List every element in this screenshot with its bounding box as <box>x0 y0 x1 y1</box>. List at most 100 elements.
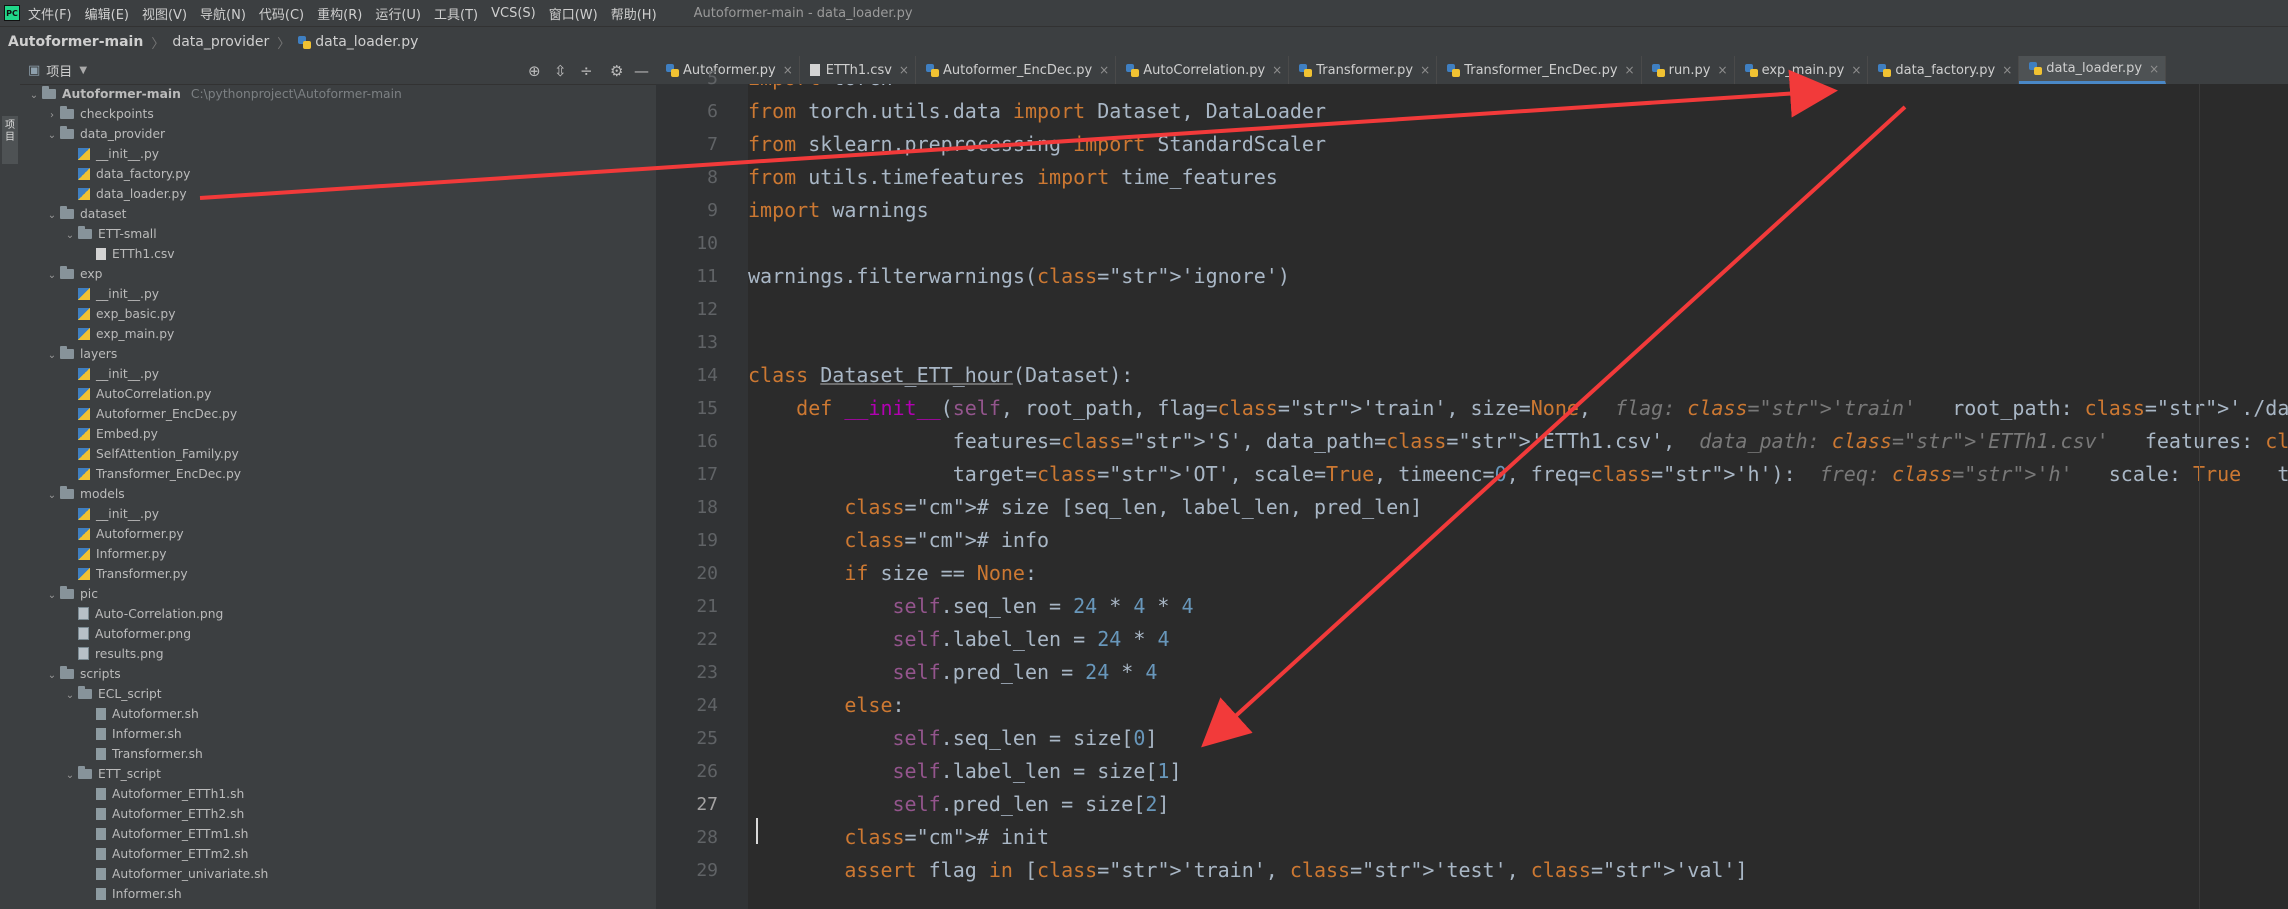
expanded-chevron-icon[interactable]: ⌄ <box>64 686 76 706</box>
expanded-chevron-icon[interactable]: ⌄ <box>64 226 76 246</box>
tab-data-factory-py[interactable]: data_factory.py × <box>1868 56 2020 84</box>
tree-file[interactable]: Informer.sh <box>20 724 718 744</box>
tree-file[interactable]: exp_main.py <box>20 324 700 344</box>
tree-file[interactable]: Autoformer_ETTh2.sh <box>20 804 718 824</box>
tree-file[interactable]: SelfAttention_Family.py <box>20 444 700 464</box>
menu-help[interactable]: 帮助(H) <box>611 4 657 23</box>
minimize-icon[interactable]: — <box>634 62 649 80</box>
tree-folder[interactable]: ⌄ layers <box>20 344 682 364</box>
tree-file[interactable]: Autoformer_ETTh1.sh <box>20 784 718 804</box>
tree-folder[interactable]: ⌄ ECL_script <box>20 684 700 704</box>
close-icon[interactable]: × <box>899 63 909 77</box>
tree-file[interactable]: Autoformer_univariate.sh <box>20 864 718 884</box>
tree-file[interactable]: results.png <box>20 644 700 664</box>
tree-folder[interactable]: ⌄ Autoformer-main C:\pythonproject\Autofor… <box>20 84 664 104</box>
tree-file[interactable]: Autoformer.sh <box>20 704 718 724</box>
tab-label[interactable]: run.py <box>1669 63 1711 78</box>
tab-autocorrelation-py[interactable]: AutoCorrelation.py × <box>1116 56 1290 84</box>
tree-folder[interactable]: › checkpoints <box>20 104 682 124</box>
expanded-chevron-icon[interactable]: ⌄ <box>46 586 58 606</box>
tree-file[interactable]: Auto-Correlation.png <box>20 604 700 624</box>
tree-file[interactable]: Autoformer.py <box>20 524 700 544</box>
dropdown-arrow-icon[interactable]: ▼ <box>79 65 87 76</box>
tree-file[interactable]: __init__.py <box>20 284 700 304</box>
menu-window[interactable]: 窗口(W) <box>549 4 598 23</box>
tree-file[interactable]: data_factory.py <box>20 164 700 184</box>
close-icon[interactable]: × <box>1718 63 1728 77</box>
tree-file[interactable]: Autoformer_EncDec.py <box>20 404 700 424</box>
menu-view[interactable]: 视图(V) <box>142 4 187 23</box>
tree-file[interactable]: exp_basic.py <box>20 304 700 324</box>
tree-file[interactable]: Embed.py <box>20 424 700 444</box>
tree-folder[interactable]: ⌄ data_provider <box>20 124 682 144</box>
breadcrumb-root[interactable]: Autoformer-main <box>8 34 143 50</box>
close-icon[interactable]: × <box>1272 63 1282 77</box>
menu-file[interactable]: 文件(F) <box>28 4 72 23</box>
project-tool-window-button[interactable]: 项目 <box>2 116 18 164</box>
close-icon[interactable]: × <box>783 63 793 77</box>
tree-file[interactable]: Autoformer.png <box>20 624 700 644</box>
tab-label[interactable]: exp_main.py <box>1762 63 1845 78</box>
tree-file[interactable]: Informer.sh <box>20 884 718 904</box>
menu-vcs[interactable]: VCS(S) <box>491 6 536 21</box>
menu-code[interactable]: 代码(C) <box>259 4 304 23</box>
tree-file[interactable]: Transformer.py <box>20 564 700 584</box>
expanded-chevron-icon[interactable]: ⌄ <box>46 666 58 686</box>
target-icon[interactable]: ⊕ <box>528 62 541 80</box>
tab-label[interactable]: data_factory.py <box>1895 63 1995 78</box>
expanded-chevron-icon[interactable]: ⌄ <box>46 346 58 366</box>
tree-folder[interactable]: ⌄ ETT-small <box>20 224 700 244</box>
expand-all-icon[interactable]: ÷ <box>580 62 593 80</box>
tree-file[interactable]: data_loader.py <box>20 184 700 204</box>
close-icon[interactable]: × <box>2002 63 2012 77</box>
tab-transformer-encdec-py[interactable]: Transformer_EncDec.py × <box>1437 56 1642 84</box>
expanded-chevron-icon[interactable]: ⌄ <box>28 86 40 106</box>
expanded-chevron-icon[interactable]: ⌄ <box>46 486 58 506</box>
close-icon[interactable]: × <box>1851 63 1861 77</box>
tree-folder[interactable]: ⌄ exp <box>20 264 682 284</box>
tab-label[interactable]: Autoformer_EncDec.py <box>943 63 1092 78</box>
tab-etth1-csv[interactable]: ETTh1.csv × <box>800 56 916 84</box>
expanded-chevron-icon[interactable]: ⌄ <box>46 266 58 286</box>
menu-refactor[interactable]: 重构(R) <box>317 4 362 23</box>
tree-file[interactable]: Autoformer_ETTm1.sh <box>20 824 718 844</box>
menu-navigate[interactable]: 导航(N) <box>200 4 246 23</box>
close-icon[interactable]: × <box>1420 63 1430 77</box>
collapsed-chevron-icon[interactable]: › <box>46 106 58 126</box>
expanded-chevron-icon[interactable]: ⌄ <box>46 126 58 146</box>
close-icon[interactable]: × <box>1625 63 1635 77</box>
menu-tools[interactable]: 工具(T) <box>434 4 478 23</box>
tree-file[interactable]: Transformer_EncDec.py <box>20 464 700 484</box>
expanded-chevron-icon[interactable]: ⌄ <box>64 766 76 786</box>
tab-data-loader-py[interactable]: data_loader.py × <box>2019 56 2167 84</box>
tree-file[interactable]: ETTh1.csv <box>20 244 718 264</box>
menu-edit[interactable]: 编辑(E) <box>85 4 129 23</box>
tab-label[interactable]: Transformer.py <box>1316 63 1413 78</box>
tree-file[interactable]: Transformer.sh <box>20 744 718 764</box>
tab-label[interactable]: AutoCorrelation.py <box>1143 63 1265 78</box>
collapse-all-icon[interactable]: ⇳ <box>554 62 567 80</box>
tree-folder[interactable]: ⌄ pic <box>20 584 682 604</box>
tab-label[interactable]: data_loader.py <box>2046 61 2142 76</box>
tree-folder[interactable]: ⌄ models <box>20 484 682 504</box>
code-editor[interactable]: import torch from torch.utils.data import… <box>748 84 2288 909</box>
tab-transformer-py[interactable]: Transformer.py × <box>1289 56 1438 84</box>
close-icon[interactable]: × <box>2149 62 2159 76</box>
tree-file[interactable]: __init__.py <box>20 364 700 384</box>
tree-file[interactable]: __init__.py <box>20 504 700 524</box>
settings-icon[interactable]: ⚙ <box>610 62 623 80</box>
tree-file[interactable]: AutoCorrelation.py <box>20 384 700 404</box>
expanded-chevron-icon[interactable]: ⌄ <box>46 206 58 226</box>
tab-run-py[interactable]: run.py × <box>1642 56 1735 84</box>
tab-label[interactable]: ETTh1.csv <box>826 63 892 78</box>
tab-autoformer-encdec-py[interactable]: Autoformer_EncDec.py × <box>916 56 1117 84</box>
tree-folder[interactable]: ⌄ dataset <box>20 204 682 224</box>
tree-folder[interactable]: ⌄ ETT_script <box>20 764 700 784</box>
tree-file[interactable]: __init__.py <box>20 144 700 164</box>
tree-file[interactable]: Autoformer_ETTm2.sh <box>20 844 718 864</box>
breadcrumb-folder[interactable]: data_provider <box>172 34 269 50</box>
tab-exp-main-py[interactable]: exp_main.py × <box>1735 56 1869 84</box>
breadcrumb-file[interactable]: data_loader.py <box>315 34 418 50</box>
tab-label[interactable]: Transformer_EncDec.py <box>1464 63 1617 78</box>
close-icon[interactable]: × <box>1099 63 1109 77</box>
